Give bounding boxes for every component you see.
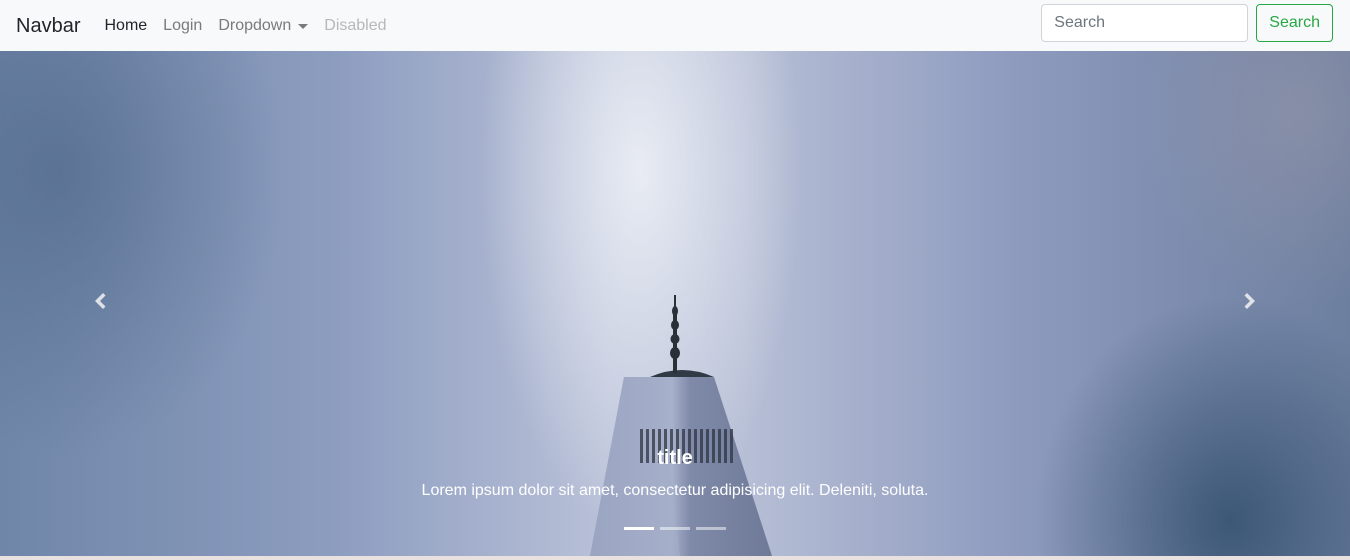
caret-down-icon <box>298 23 309 29</box>
carousel-indicators <box>624 527 732 530</box>
chevron-right-icon <box>1240 291 1260 316</box>
carousel-next-control[interactable] <box>1150 51 1350 556</box>
carousel-indicator[interactable] <box>660 527 690 530</box>
page-bottom-edge <box>0 556 1350 560</box>
carousel-indicator[interactable] <box>696 527 726 530</box>
carousel: title Lorem ipsum dolor sit amet, consec… <box>0 51 1350 556</box>
navbar: Navbar Home Login Dropdown Disabled Sear… <box>0 0 1350 51</box>
carousel-indicator[interactable] <box>624 527 654 530</box>
nav-dropdown[interactable]: Dropdown <box>218 16 309 34</box>
chevron-left-icon <box>90 291 110 316</box>
nav-dropdown-label: Dropdown <box>218 16 292 34</box>
carousel-caption-text: Lorem ipsum dolor sit amet, consectetur … <box>421 482 929 499</box>
nav-link-login[interactable]: Login <box>163 17 202 34</box>
navbar-brand[interactable]: Navbar <box>16 16 80 36</box>
search-input[interactable] <box>1041 4 1249 42</box>
carousel-prev-control[interactable] <box>0 51 200 556</box>
search-button[interactable]: Search <box>1256 4 1333 42</box>
carousel-slide-image <box>590 295 772 556</box>
nav-link-disabled: Disabled <box>324 16 387 34</box>
search-form: Search <box>1041 4 1333 42</box>
carousel-caption-title: title <box>657 447 693 469</box>
nav-link-home[interactable]: Home <box>104 17 147 34</box>
